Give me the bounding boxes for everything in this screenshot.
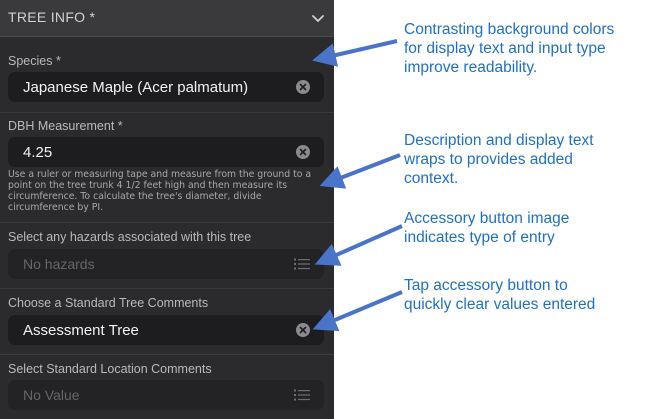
annotation-line: Description and display text bbox=[404, 132, 594, 149]
annotation-arrow bbox=[314, 224, 403, 266]
annotation-contrast: Contrasting background colors for displa… bbox=[404, 20, 614, 77]
annotation-line: Contrasting background colors bbox=[404, 21, 615, 38]
annotation-clear: Tap accessory button to quickly clear va… bbox=[404, 276, 595, 314]
annotation-line: indicates type of entry bbox=[404, 229, 555, 246]
annotation-arrow bbox=[319, 153, 401, 189]
annotation-line: Accessory button image bbox=[404, 210, 570, 227]
annotation-line: improve readability. bbox=[404, 59, 538, 76]
annotation-arrow bbox=[312, 39, 398, 67]
annotation-line: quickly clear values entered bbox=[404, 296, 596, 313]
annotation-line: for display text and input type bbox=[404, 40, 606, 57]
annotation-line: wraps to provides added bbox=[404, 151, 573, 168]
annotation-arrow bbox=[312, 290, 403, 332]
annotation-line: Tap accessory button to bbox=[404, 277, 568, 294]
annotation-accessory: Accessory button image indicates type of… bbox=[404, 209, 569, 247]
annotation-line: context. bbox=[404, 170, 459, 187]
annotation-wrap: Description and display text wraps to pr… bbox=[404, 131, 594, 188]
